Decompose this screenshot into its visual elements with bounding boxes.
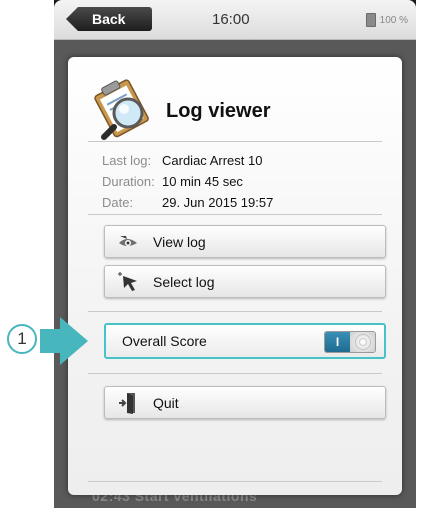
quit-button[interactable]: Quit (104, 386, 386, 419)
switch-on-indicator: I (325, 332, 350, 352)
info-label: Duration: (102, 174, 155, 189)
divider (88, 481, 382, 482)
log-info: Last log: Cardiac Arrest 10 Duration: 10… (102, 150, 273, 213)
divider (88, 214, 382, 215)
log-viewer-dialog: Log viewer Last log: Cardiac Arrest 10 D… (68, 57, 402, 495)
select-log-label: Select log (153, 273, 215, 290)
eye-icon (117, 231, 139, 253)
view-log-button[interactable]: View log (104, 225, 386, 258)
overall-score-toggle-row[interactable]: Overall Score I (104, 323, 386, 359)
battery-indicator: 100 % (365, 13, 408, 27)
callout-number-badge: 1 (7, 324, 37, 354)
cursor-select-icon (117, 271, 139, 293)
info-row-date: Date: 29. Jun 2015 19:57 (102, 192, 273, 213)
overall-score-label: Overall Score (122, 333, 207, 349)
dialog-header: Log viewer (88, 71, 270, 141)
status-bar: Back 16:00 100 % (54, 0, 416, 40)
overall-score-switch[interactable]: I (324, 331, 376, 353)
switch-knob[interactable] (350, 332, 375, 352)
info-label: Last log: (102, 153, 152, 168)
info-value: 10 min 45 sec (162, 174, 243, 189)
quit-label: Quit (153, 394, 179, 411)
exit-door-icon (117, 392, 139, 414)
divider (88, 141, 382, 142)
clipboard-magnifier-icon (94, 79, 149, 140)
info-value: 29. Jun 2015 19:57 (162, 195, 274, 210)
info-row-duration: Duration: 10 min 45 sec (102, 171, 273, 192)
select-log-button[interactable]: Select log (104, 265, 386, 298)
view-log-label: View log (153, 233, 206, 250)
info-value: Cardiac Arrest 10 (162, 153, 263, 168)
battery-level: 100 % (379, 14, 408, 26)
divider (88, 311, 382, 312)
callout-arrow-icon (40, 317, 88, 365)
info-row-last-log: Last log: Cardiac Arrest 10 (102, 150, 273, 171)
battery-icon (365, 13, 376, 27)
clock: 16:00 (212, 11, 250, 28)
knob-ring-icon (354, 334, 371, 350)
info-label: Date: (102, 195, 134, 210)
divider (88, 373, 382, 374)
dialog-title: Log viewer (166, 99, 271, 122)
back-button[interactable]: Back (66, 7, 152, 31)
